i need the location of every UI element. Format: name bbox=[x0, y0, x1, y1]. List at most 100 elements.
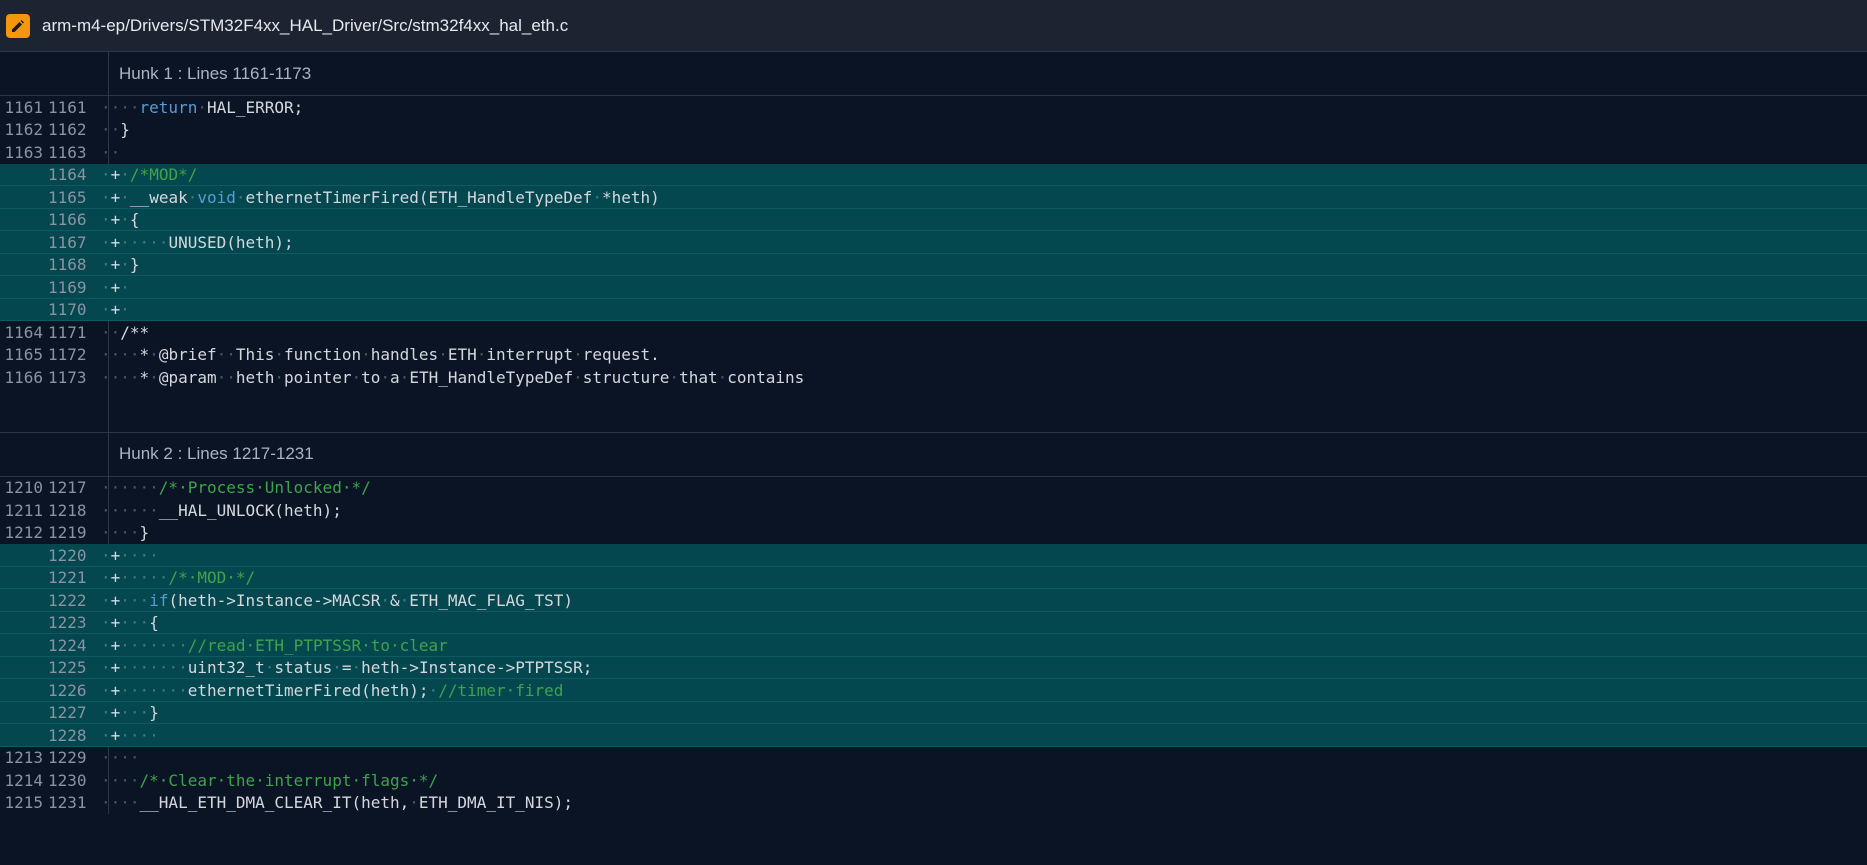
new-line-number: 1231 bbox=[48, 793, 87, 813]
code-text: ·+·····/*·MOD·*/ bbox=[101, 568, 256, 588]
diff-line-context[interactable]: 1162 1162 ··} bbox=[0, 119, 1867, 142]
diff-line-added[interactable]: 1221 ·+·····/*·MOD·*/ bbox=[0, 566, 1867, 589]
old-line-number: 1161 bbox=[4, 97, 43, 117]
old-line-number: 1212 bbox=[4, 523, 43, 543]
new-line-number: 1224 bbox=[48, 635, 87, 655]
new-line-number: 1228 bbox=[48, 725, 87, 745]
old-line-number: 1213 bbox=[4, 748, 43, 768]
new-line-number: 1217 bbox=[48, 478, 87, 498]
code-text: ·· bbox=[101, 142, 121, 162]
new-line-number: 1220 bbox=[48, 545, 87, 565]
pencil-icon[interactable] bbox=[6, 13, 30, 38]
diff-line-added[interactable]: 1223 ·+···{ bbox=[0, 611, 1867, 634]
diff-line-context[interactable]: 1166 1173 ····*·@param··heth·pointer·to·a·… bbox=[0, 366, 1867, 389]
code-text: ····__HAL_ETH_DMA_CLEAR_IT(heth,·ETH_DMA… bbox=[101, 793, 574, 813]
old-line-number: 1166 bbox=[4, 367, 43, 387]
diff-line-added[interactable]: 1227 ·+···} bbox=[0, 701, 1867, 724]
code-text: ·+···{ bbox=[101, 613, 159, 633]
diff-view: Hunk 1 : Lines 1161-1173 1161 1161 ····retu… bbox=[0, 52, 1867, 814]
code-text: ··/** bbox=[101, 322, 150, 342]
code-text: ····/*·Clear·the·interrupt·flags·*/ bbox=[101, 770, 439, 790]
code-text: ····*·@param··heth·pointer·to·a·ETH_Hand… bbox=[101, 367, 805, 387]
code-text: ·+·······uint32_t·status·=·heth->Instanc… bbox=[101, 658, 593, 678]
old-line-number: 1215 bbox=[4, 793, 43, 813]
diff-line-context[interactable]: 1210 1217 ······/*·Process·Unlocked·*/ bbox=[0, 477, 1867, 500]
new-line-number: 1225 bbox=[48, 658, 87, 678]
new-line-number: 1230 bbox=[48, 770, 87, 790]
diff-line-added[interactable]: 1228 ·+···· bbox=[0, 724, 1867, 747]
new-line-number: 1170 bbox=[48, 300, 87, 320]
diff-line-context[interactable]: 1215 1231 ····__HAL_ETH_DMA_CLEAR_IT(heth,… bbox=[0, 792, 1867, 815]
diff-line-added[interactable]: 1169 ·+· bbox=[0, 276, 1867, 299]
diff-line-added[interactable]: 1165 ·+·__weak·void·ethernetTimerFired(ET… bbox=[0, 186, 1867, 209]
diff-line-context[interactable]: 1211 1218 ······__HAL_UNLOCK(heth); bbox=[0, 499, 1867, 522]
code-text: ·+···· bbox=[101, 725, 159, 745]
hunk-header: Hunk 2 : Lines 1217-1231 bbox=[0, 433, 1867, 477]
old-line-number: 1211 bbox=[4, 500, 43, 520]
code-text: ·+···· bbox=[101, 545, 159, 565]
new-line-number: 1161 bbox=[48, 97, 87, 117]
old-line-number: 1164 bbox=[4, 322, 43, 342]
file-path: arm-m4-ep/Drivers/STM32F4xx_HAL_Driver/S… bbox=[42, 15, 569, 35]
diff-line-added[interactable]: 1170 ·+· bbox=[0, 298, 1867, 321]
hunk-title: Hunk 1 : Lines 1161-1173 bbox=[119, 63, 312, 83]
diff-line-added[interactable]: 1220 ·+···· bbox=[0, 544, 1867, 567]
code-text: ······__HAL_UNLOCK(heth); bbox=[101, 500, 342, 520]
code-text: ·+·······//read·ETH_PTPTSSR·to·clear bbox=[101, 635, 448, 655]
diff-line-context[interactable]: 1214 1230 ····/*·Clear·the·interrupt·flags… bbox=[0, 769, 1867, 792]
diff-line-added[interactable]: 1166 ·+·{ bbox=[0, 208, 1867, 231]
old-line-number: 1210 bbox=[4, 478, 43, 498]
code-text: ····*·@brief··This·function·handles·ETH·… bbox=[101, 345, 660, 365]
new-line-number: 1167 bbox=[48, 232, 87, 252]
new-line-number: 1169 bbox=[48, 277, 87, 297]
diff-line-added[interactable]: 1225 ·+·······uint32_t·status·=·heth->Ins… bbox=[0, 656, 1867, 679]
code-text: ····} bbox=[101, 523, 150, 543]
code-text: ·+·} bbox=[101, 255, 140, 275]
diff-line-context[interactable]: 1164 1171 ··/** bbox=[0, 321, 1867, 344]
code-text: ·+···} bbox=[101, 703, 159, 723]
code-text: ·+· bbox=[101, 300, 130, 320]
diff-line-added[interactable]: 1168 ·+·} bbox=[0, 253, 1867, 276]
new-line-number: 1219 bbox=[48, 523, 87, 543]
code-text: ····return·HAL_ERROR; bbox=[101, 97, 304, 117]
new-line-number: 1218 bbox=[48, 500, 87, 520]
code-text: ·+·{ bbox=[101, 210, 140, 230]
diff-line-context[interactable]: 1165 1172 ····*·@brief··This·function·hand… bbox=[0, 344, 1867, 367]
code-text: ·+· bbox=[101, 277, 130, 297]
code-text: ······/*·Process·Unlocked·*/ bbox=[101, 478, 371, 498]
code-text: ·+···if(heth->Instance->MACSR·&·ETH_MAC_… bbox=[101, 590, 574, 610]
new-line-number: 1223 bbox=[48, 613, 87, 633]
diff-line-context[interactable]: 1213 1229 ···· bbox=[0, 747, 1867, 770]
code-text: ··} bbox=[101, 120, 130, 140]
old-line-number: 1165 bbox=[4, 345, 43, 365]
code-text: ·+·/*MOD*/ bbox=[101, 165, 198, 185]
new-line-number: 1165 bbox=[48, 187, 87, 207]
new-line-number: 1162 bbox=[48, 120, 87, 140]
new-line-number: 1221 bbox=[48, 568, 87, 588]
new-line-number: 1222 bbox=[48, 590, 87, 610]
new-line-number: 1226 bbox=[48, 680, 87, 700]
new-line-number: 1173 bbox=[48, 367, 87, 387]
code-text: ···· bbox=[101, 748, 140, 768]
hunk-spacer bbox=[0, 389, 1867, 433]
file-header: arm-m4-ep/Drivers/STM32F4xx_HAL_Driver/S… bbox=[0, 0, 1867, 52]
diff-line-added[interactable]: 1224 ·+·······//read·ETH_PTPTSSR·to·clear bbox=[0, 634, 1867, 657]
hunk-title: Hunk 2 : Lines 1217-1231 bbox=[119, 444, 314, 463]
diff-line-added[interactable]: 1164 ·+·/*MOD*/ bbox=[0, 163, 1867, 186]
code-text: ·+·······ethernetTimerFired(heth);·//tim… bbox=[101, 680, 564, 700]
old-line-number: 1162 bbox=[4, 120, 43, 140]
new-line-number: 1166 bbox=[48, 210, 87, 230]
new-line-number: 1168 bbox=[48, 255, 87, 275]
new-line-number: 1229 bbox=[48, 748, 87, 768]
diff-line-added[interactable]: 1167 ·+·····UNUSED(heth); bbox=[0, 231, 1867, 254]
old-line-number: 1214 bbox=[4, 770, 43, 790]
new-line-number: 1171 bbox=[48, 322, 87, 342]
diff-line-context[interactable]: 1212 1219 ····} bbox=[0, 522, 1867, 545]
diff-line-added[interactable]: 1222 ·+···if(heth->Instance->MACSR·&·ETH_… bbox=[0, 589, 1867, 612]
new-line-number: 1172 bbox=[48, 345, 87, 365]
diff-line-context[interactable]: 1161 1161 ····return·HAL_ERROR; bbox=[0, 96, 1867, 119]
new-line-number: 1164 bbox=[48, 165, 87, 185]
diff-line-added[interactable]: 1226 ·+·······ethernetTimerFired(heth);·/… bbox=[0, 679, 1867, 702]
diff-line-context[interactable]: 1163 1163 ·· bbox=[0, 141, 1867, 164]
new-line-number: 1227 bbox=[48, 703, 87, 723]
